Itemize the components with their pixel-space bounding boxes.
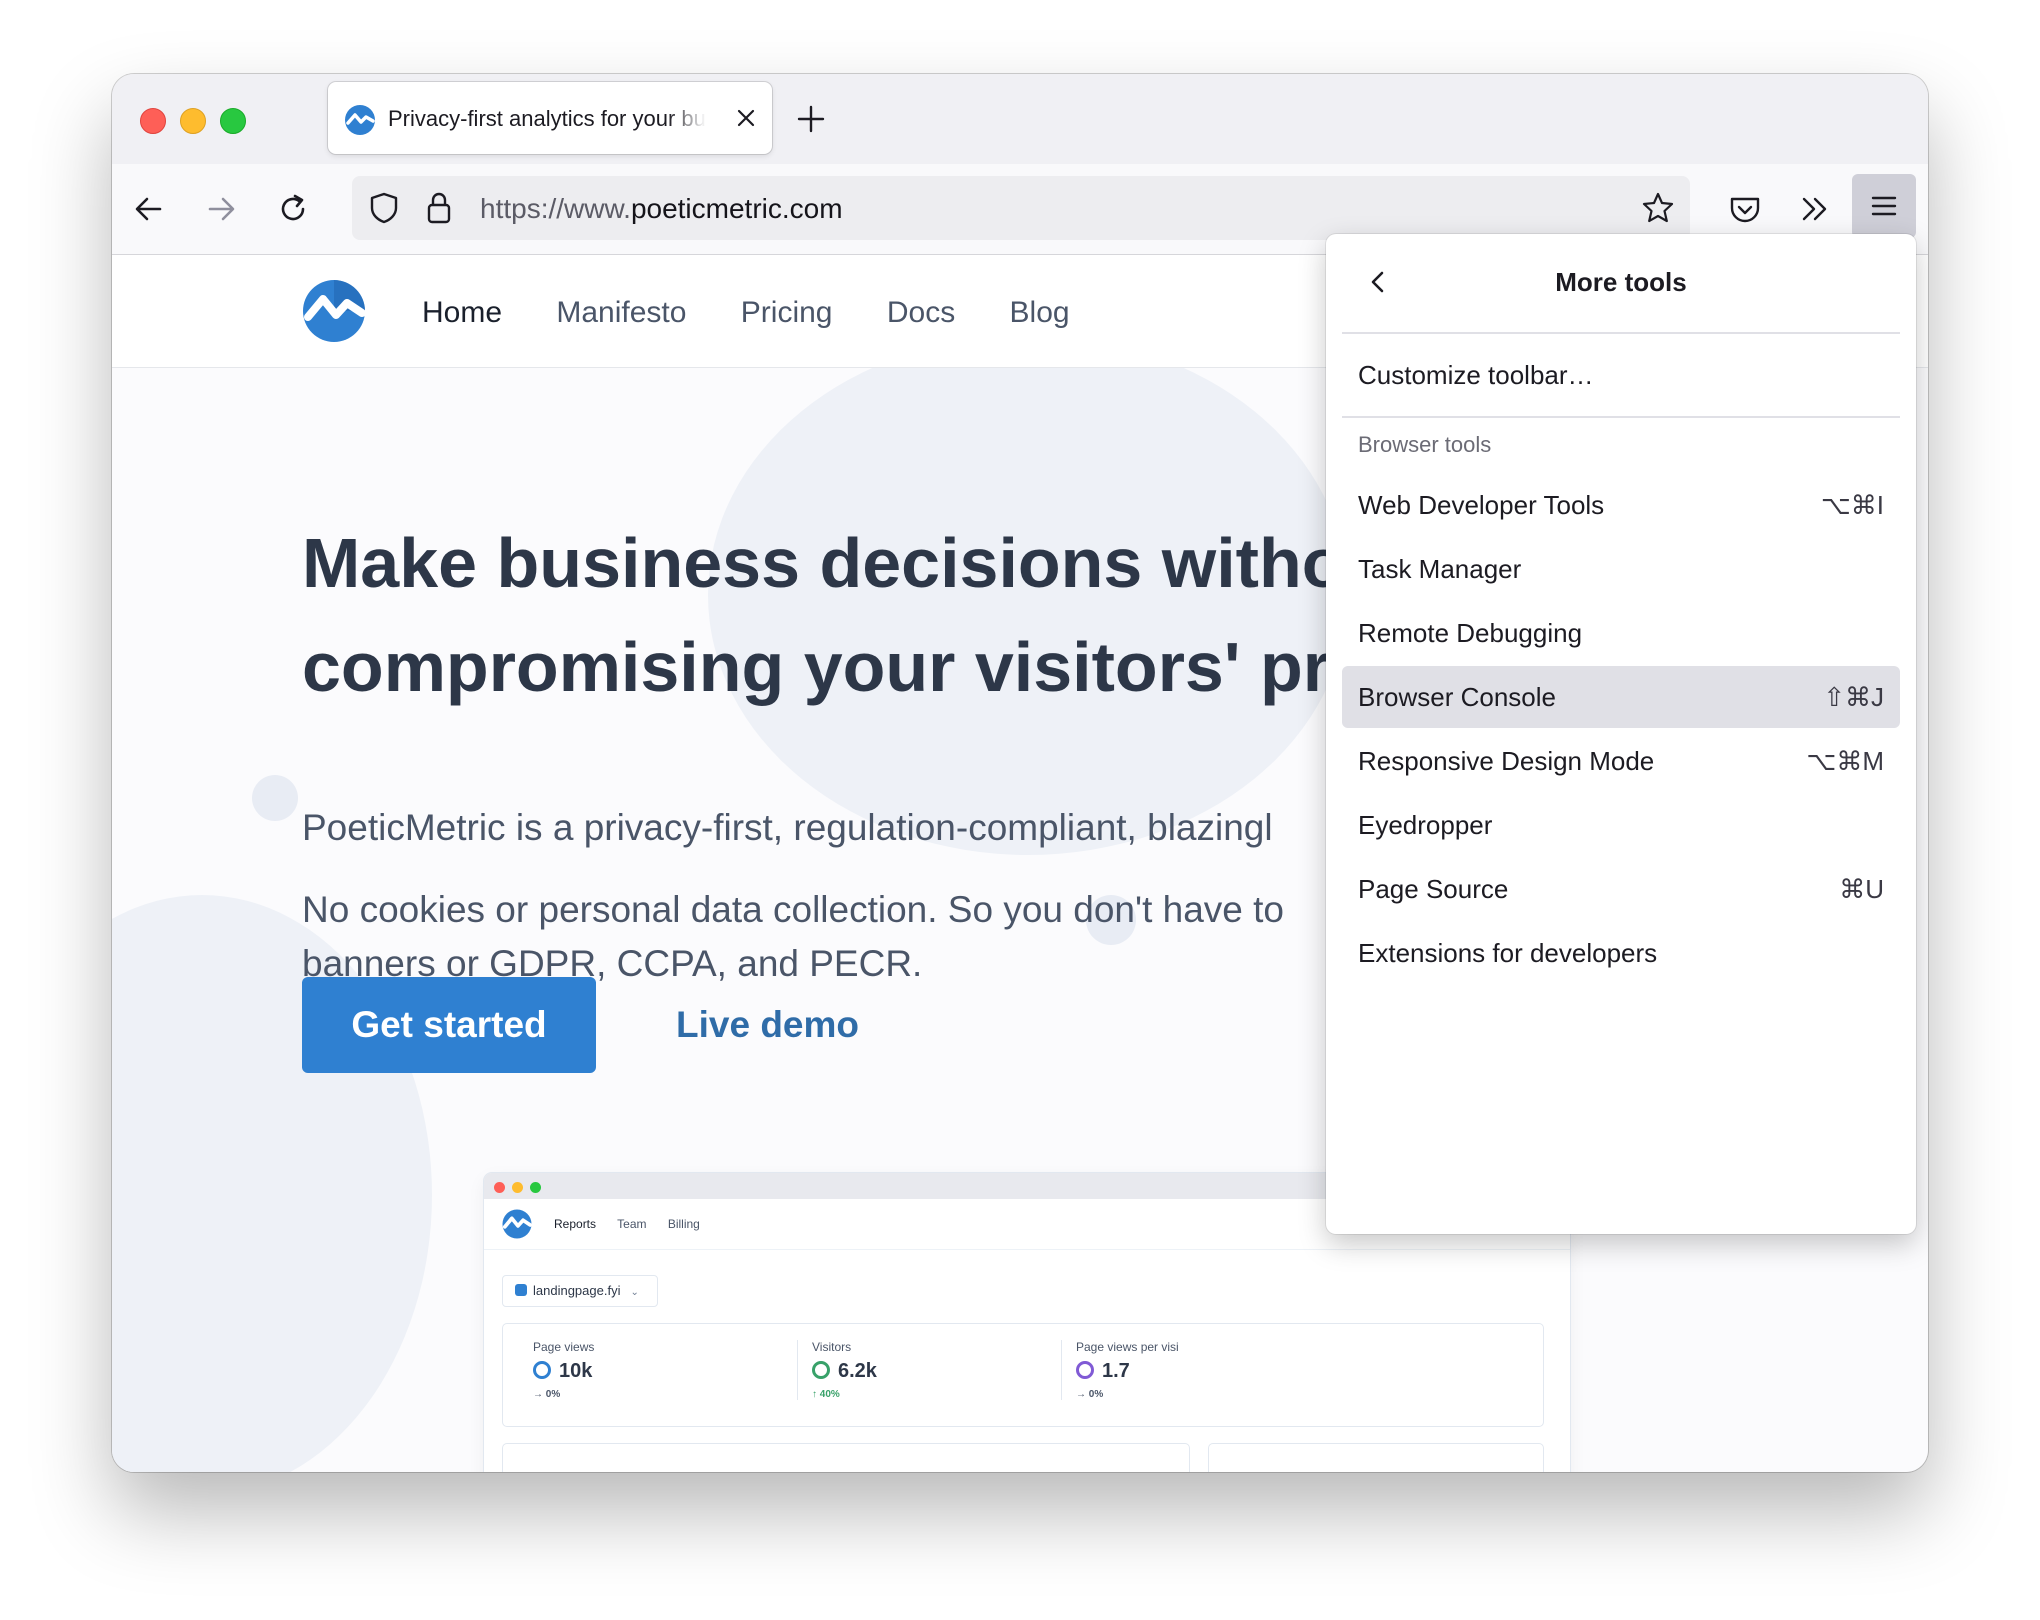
stat-page-views: Page views 10k → 0% [533,1340,594,1400]
panel-title: More tools [1555,267,1687,297]
bookmark-star-icon[interactable] [1640,190,1676,226]
mockup-logo-icon [502,1209,532,1239]
menu-item-web-developer-tools[interactable]: Web Developer Tools ⌥⌘I [1342,474,1900,536]
mockup-yellow-dot [512,1182,523,1193]
mockup-divider [484,1249,1570,1250]
stat-visitors: Visitors 6.2k ↑ 40% [797,1340,877,1400]
hamburger-menu-icon [1871,196,1897,216]
url-host: poeticmetric.com [630,193,843,224]
mockup-nav-billing: Billing [667,1217,700,1231]
nav-home[interactable]: Home [422,296,502,329]
nav-pricing[interactable]: Pricing [741,296,833,329]
menu-item-browser-console[interactable]: Browser Console ⇧⌘J [1342,666,1900,728]
hero-title-line-1: Make business decisions witho [302,524,1345,602]
panel-divider [1342,332,1900,334]
section-label-browser-tools: Browser tools [1358,432,1492,457]
menu-item-label: Eyedropper [1358,810,1493,840]
nav-blog[interactable]: Blog [1010,296,1070,329]
mockup-nav: Reports Team Billing [554,1217,718,1231]
menu-item-responsive-design-mode[interactable]: Responsive Design Mode ⌥⌘M [1342,730,1900,792]
menu-item-task-manager[interactable]: Task Manager [1342,538,1900,600]
shield-icon[interactable] [366,190,402,226]
menu-item-remote-debugging[interactable]: Remote Debugging [1342,602,1900,664]
nav-manifesto[interactable]: Manifesto [556,296,686,329]
new-tab-icon[interactable] [794,102,828,136]
title-bar: Privacy-first analytics for your busines… [112,74,1928,164]
stat-page-views-per-visitor: Page views per visi 1.7 → 0% [1061,1340,1179,1400]
stat-change: → 0% [533,1389,561,1400]
nav-docs[interactable]: Docs [887,296,955,329]
stat-label: Visitors [812,1340,852,1354]
browser-tab[interactable]: Privacy-first analytics for your busines… [328,82,772,154]
mockup-site-select: landingpage.fyi ⌄ [502,1275,658,1307]
hero-title: Make business decisions witho compromisi… [302,511,1502,719]
poeticmetric-logo-icon[interactable] [302,279,366,343]
menu-item-eyedropper[interactable]: Eyedropper [1342,794,1900,856]
menu-item-shortcut: ⌥⌘I [1820,490,1884,520]
close-window-button[interactable] [140,108,166,134]
chevron-down-icon: ⌄ [630,1287,639,1298]
mockup-nav-team: Team [617,1217,647,1231]
get-started-button[interactable]: Get started [302,977,596,1073]
tab-title: Privacy-first analytics for your busines… [388,106,706,131]
pocket-icon[interactable] [1724,188,1766,230]
menu-item-label: Task Manager [1358,554,1522,584]
stat-value: 6.2k [838,1360,877,1382]
poeticmetric-favicon-icon [345,105,375,135]
live-demo-link[interactable]: Live demo [676,999,859,1051]
mockup-site-name: landingpage.fyi [533,1283,621,1298]
stat-value: 1.7 [1102,1360,1130,1382]
menu-item-label: Responsive Design Mode [1358,746,1655,776]
stat-label: Page views per visi [1076,1340,1179,1354]
url-bar[interactable]: https://www.poeticmetric.com [352,176,1690,240]
more-tools-panel: More tools Customize toolbar… Browser to… [1326,234,1916,1234]
page-views-per-visitor-icon [1076,1361,1094,1379]
zoom-window-button[interactable] [220,108,246,134]
menu-item-label: Extensions for developers [1358,938,1658,968]
site-nav: Home Manifesto Pricing Docs Blog [422,295,1116,331]
stat-change: → 0% [1076,1389,1104,1400]
lock-icon[interactable] [422,190,456,226]
menu-item-page-source[interactable]: Page Source ⌘U [1342,858,1900,920]
overflow-chevrons-icon[interactable] [1794,188,1836,230]
forward-arrow-icon[interactable] [200,188,242,230]
hero-paragraph-1: PoeticMetric is a privacy-first, regulat… [302,807,1273,848]
hero-paragraph-2: No cookies or personal data collection. … [302,883,1284,991]
menu-item-label: Remote Debugging [1358,618,1583,648]
background-dot [252,775,298,821]
panel-divider [1342,416,1900,418]
back-arrow-icon[interactable] [128,188,170,230]
mockup-red-dot [494,1182,505,1193]
stat-change: ↑ 40% [812,1389,840,1400]
url-text[interactable]: https://www.poeticmetric.com [480,192,843,226]
minimize-window-button[interactable] [180,108,206,134]
menu-item-extensions-for-developers[interactable]: Extensions for developers [1342,922,1900,984]
menu-item-shortcut: ⇧⌘J [1823,682,1884,712]
mockup-chart-card [502,1443,1190,1472]
app-menu-button[interactable] [1852,174,1916,238]
mockup-stats-card: Page views 10k → 0% Visitors 6.2k ↑ 40% … [502,1323,1544,1427]
mockup-nav-reports: Reports [554,1217,597,1231]
hero-title-line-2: compromising your visitors' pr [302,628,1330,706]
close-tab-icon[interactable] [732,104,760,132]
hero-paragraph-2-line-1: No cookies or personal data collection. … [302,889,1284,930]
menu-item-shortcut: ⌘U [1839,874,1884,904]
menu-item-shortcut: ⌥⌘M [1806,746,1884,776]
url-scheme: https://www. [480,193,631,224]
mockup-pages-card [1208,1443,1544,1472]
browser-window: Privacy-first analytics for your busines… [112,74,1928,1472]
visitors-icon [812,1361,830,1379]
reload-icon[interactable] [272,188,314,230]
mockup-green-dot [530,1182,541,1193]
menu-item-label: Page Source [1358,874,1509,904]
menu-item-label: Web Developer Tools [1358,490,1605,520]
menu-item-label: Customize toolbar… [1358,360,1594,390]
menu-item-customize-toolbar[interactable]: Customize toolbar… [1342,344,1900,406]
site-favicon-icon [515,1284,527,1296]
stat-label: Page views [533,1340,595,1354]
menu-item-label: Browser Console [1358,682,1556,712]
page-views-icon [533,1361,551,1379]
stat-value: 10k [559,1360,593,1382]
